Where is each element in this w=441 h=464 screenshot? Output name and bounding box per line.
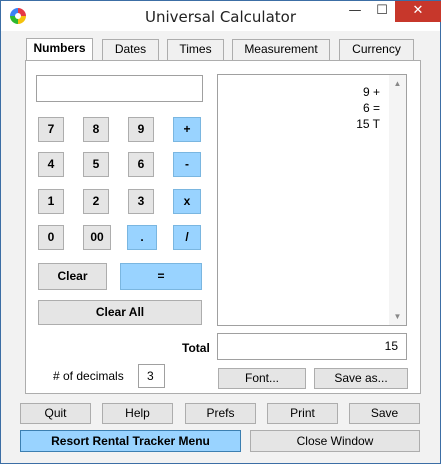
- print-button[interactable]: Print: [267, 403, 338, 424]
- close-button[interactable]: ✕: [395, 1, 441, 22]
- help-button[interactable]: Help: [102, 403, 173, 424]
- tape-display[interactable]: 9 + 6 = 15 T ▲ ▼: [217, 74, 407, 326]
- key-minus[interactable]: -: [173, 152, 201, 177]
- title-bar[interactable]: Universal Calculator — ☐ ✕: [1, 1, 441, 31]
- maximize-button[interactable]: ☐: [369, 1, 395, 22]
- key-decimal[interactable]: .: [127, 225, 157, 250]
- tab-numbers[interactable]: Numbers: [26, 38, 93, 61]
- total-field[interactable]: 15: [217, 333, 407, 360]
- key-6[interactable]: 6: [128, 152, 154, 177]
- save-as-button[interactable]: Save as...: [314, 368, 408, 389]
- decimals-label: # of decimals: [53, 369, 124, 383]
- equals-button[interactable]: =: [120, 263, 202, 290]
- tape-line: 15 T: [356, 117, 380, 131]
- close-window-button[interactable]: Close Window: [250, 430, 420, 452]
- key-7[interactable]: 7: [38, 117, 64, 142]
- key-1[interactable]: 1: [38, 189, 64, 214]
- tab-currency[interactable]: Currency: [339, 39, 414, 60]
- key-divide[interactable]: /: [173, 225, 201, 250]
- tape-line: 9 +: [362, 85, 380, 99]
- key-plus[interactable]: +: [173, 117, 201, 142]
- scroll-down-arrow-icon[interactable]: ▼: [389, 308, 406, 325]
- calculator-window: Universal Calculator — ☐ ✕ Numbers Dates…: [0, 0, 441, 464]
- key-4[interactable]: 4: [38, 152, 64, 177]
- tab-times[interactable]: Times: [167, 39, 224, 60]
- key-2[interactable]: 2: [83, 189, 109, 214]
- resort-rental-tracker-menu-button[interactable]: Resort Rental Tracker Menu: [20, 430, 241, 452]
- key-8[interactable]: 8: [83, 117, 109, 142]
- tab-measurement[interactable]: Measurement: [232, 39, 330, 60]
- key-9[interactable]: 9: [128, 117, 154, 142]
- tape-scrollbar[interactable]: ▲ ▼: [389, 75, 406, 325]
- entry-display[interactable]: [36, 75, 203, 102]
- prefs-button[interactable]: Prefs: [185, 403, 256, 424]
- clear-button[interactable]: Clear: [38, 263, 107, 290]
- quit-button[interactable]: Quit: [20, 403, 91, 424]
- decimals-field[interactable]: 3: [138, 364, 165, 388]
- font-button[interactable]: Font...: [218, 368, 306, 389]
- save-button[interactable]: Save: [349, 403, 420, 424]
- key-0[interactable]: 0: [38, 225, 64, 250]
- tape-line: 6 =: [362, 101, 380, 115]
- total-label: Total: [182, 341, 210, 355]
- key-00[interactable]: 00: [83, 225, 111, 250]
- scroll-up-arrow-icon[interactable]: ▲: [389, 75, 406, 92]
- key-3[interactable]: 3: [128, 189, 154, 214]
- key-multiply[interactable]: x: [173, 189, 201, 214]
- tab-dates[interactable]: Dates: [102, 39, 159, 60]
- clear-all-button[interactable]: Clear All: [38, 300, 202, 325]
- key-5[interactable]: 5: [83, 152, 109, 177]
- minimize-button[interactable]: —: [342, 1, 368, 22]
